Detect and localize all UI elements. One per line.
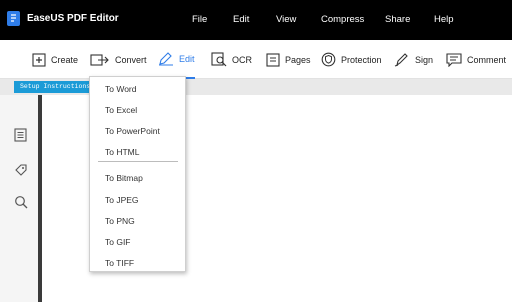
protection-button[interactable]: Protection: [321, 40, 382, 79]
menu-compress[interactable]: Compress: [321, 14, 364, 25]
comment-button[interactable]: Comment: [446, 40, 506, 79]
menu-help[interactable]: Help: [434, 14, 454, 25]
ocr-label: OCR: [232, 54, 252, 65]
menu-item-to-tiff[interactable]: To TIFF: [105, 258, 134, 268]
convert-label: Convert: [115, 54, 147, 65]
edit-button[interactable]: Edit: [158, 40, 195, 79]
menu-edit[interactable]: Edit: [233, 14, 249, 25]
convert-icon: [90, 53, 109, 66]
menu-item-to-jpeg[interactable]: To JPEG: [105, 195, 139, 205]
main-toolbar: Create Convert Edit OCR Pages Protection…: [0, 40, 512, 79]
menu-item-to-powerpoint[interactable]: To PowerPoint: [105, 126, 160, 136]
menu-share[interactable]: Share: [385, 14, 410, 25]
plus-box-icon: [32, 52, 46, 67]
comment-label: Comment: [467, 54, 507, 65]
edit-pencil-icon: [159, 51, 173, 65]
pages-button[interactable]: Pages: [266, 40, 311, 79]
app-logo-icon: [7, 11, 20, 26]
convert-dropdown-menu: To Word To Excel To PowerPoint To HTML T…: [89, 76, 186, 272]
document-tab[interactable]: Setup Instructions -…: [14, 81, 92, 93]
app-title: EaseUS PDF Editor: [27, 13, 119, 24]
shield-icon: [321, 52, 336, 67]
convert-button[interactable]: Convert: [90, 40, 147, 79]
title-bar: EaseUS PDF Editor File Edit View Compres…: [0, 0, 512, 40]
sign-label: Sign: [415, 54, 434, 65]
menu-file[interactable]: File: [192, 14, 207, 25]
menu-item-to-html[interactable]: To HTML: [105, 147, 139, 157]
menu-item-to-gif[interactable]: To GIF: [105, 237, 131, 247]
edit-label: Edit: [179, 53, 195, 64]
pages-label: Pages: [285, 54, 311, 65]
protection-label: Protection: [341, 54, 382, 65]
pen-icon: [394, 53, 408, 67]
create-label: Create: [51, 54, 79, 65]
comment-icon: [446, 52, 462, 67]
menu-item-to-excel[interactable]: To Excel: [105, 105, 137, 115]
thumbnails-icon[interactable]: [14, 128, 28, 142]
document-tab-strip: Setup Instructions -…: [0, 79, 512, 95]
side-panel: [0, 95, 40, 302]
sign-button[interactable]: Sign: [394, 40, 433, 79]
menu-view[interactable]: View: [276, 14, 296, 25]
search-icon[interactable]: [14, 195, 28, 209]
create-button[interactable]: Create: [32, 40, 78, 79]
menu-item-to-word[interactable]: To Word: [105, 84, 137, 94]
menu-item-to-png[interactable]: To PNG: [105, 216, 135, 226]
bookmark-tag-icon[interactable]: [14, 163, 28, 177]
menu-item-to-bitmap[interactable]: To Bitmap: [105, 173, 143, 183]
menu-separator: [98, 161, 178, 162]
pages-icon: [266, 52, 280, 67]
ocr-icon: [211, 52, 227, 67]
ocr-button[interactable]: OCR: [211, 40, 252, 79]
